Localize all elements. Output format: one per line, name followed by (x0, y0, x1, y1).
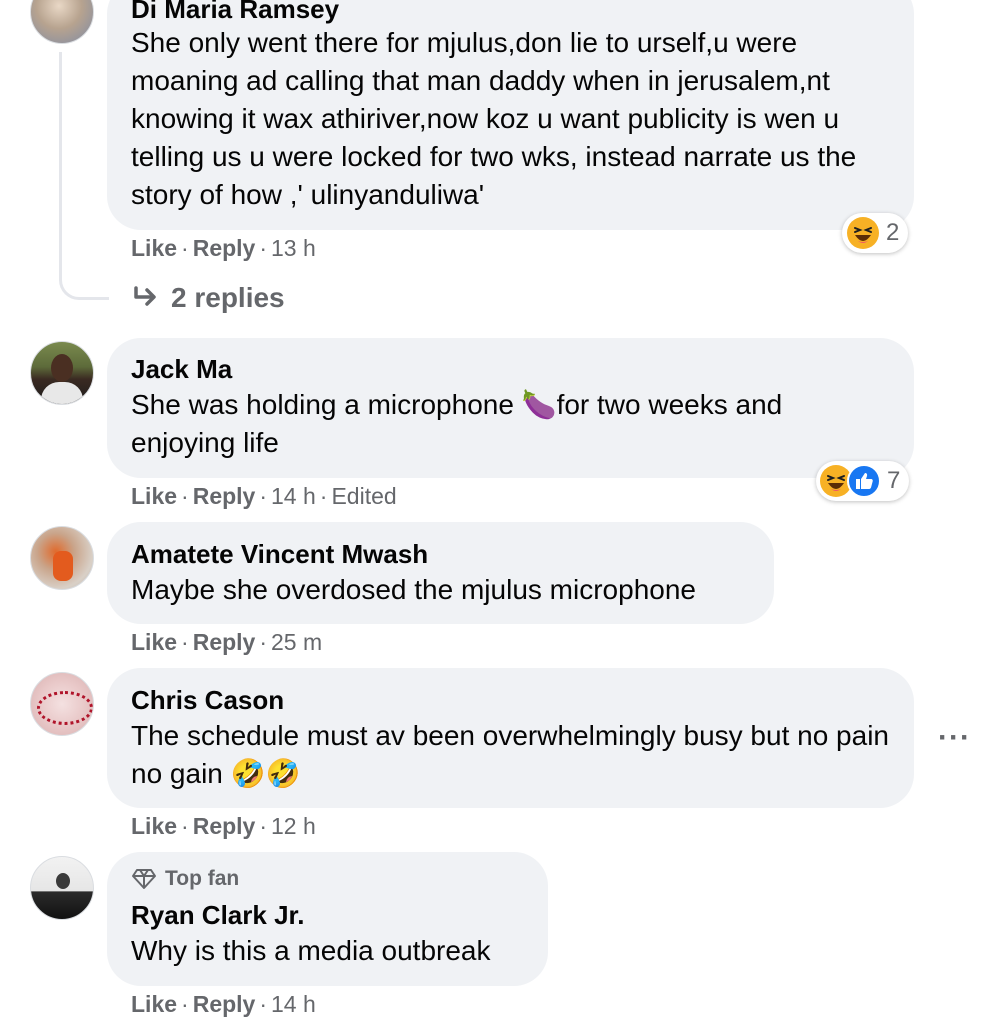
comment-author[interactable]: Ryan Clark Jr. (131, 900, 304, 930)
comment-timestamp[interactable]: 25 m (271, 629, 322, 655)
comment-bubble: Chris Cason The schedule must av been ov… (107, 668, 914, 808)
avatar[interactable] (30, 856, 94, 920)
comment-actions: Like · Reply · 13 h (131, 234, 316, 262)
comment-timestamp[interactable]: 14 h (271, 483, 316, 509)
avatar-shirt (41, 382, 83, 404)
reaction-count: 2 (886, 219, 900, 246)
comment-actions: Like · Reply · 14 h · Edited (131, 482, 397, 510)
reaction-summary[interactable]: 2 (842, 213, 909, 253)
comment-text: Why is this a media outbreak (131, 935, 491, 966)
separator-dot: · (259, 629, 268, 655)
comment-actions: Like · Reply · 14 h (131, 990, 316, 1018)
comment-text: The schedule must av been overwhelmingly… (131, 717, 892, 793)
reply-button[interactable]: Reply (193, 813, 256, 839)
separator-dot: · (259, 483, 268, 509)
like-button[interactable]: Like (131, 813, 177, 839)
separator-dot: · (181, 813, 189, 839)
comment-bubble: Di Maria Ramsey She only went there for … (107, 0, 914, 230)
comment-timestamp[interactable]: 13 h (271, 235, 316, 261)
reaction-count: 7 (887, 467, 901, 494)
comment-author[interactable]: Chris Cason (131, 685, 284, 715)
comment-author[interactable]: Amatete Vincent Mwash (131, 539, 428, 569)
comment-text: She only went there for mjulus,don lie t… (131, 27, 857, 210)
comment-actions: Like · Reply · 25 m (131, 628, 322, 656)
separator-dot: · (181, 629, 189, 655)
comment-text: She was holding a microphone 🍆for two we… (131, 386, 892, 462)
rolling-laughing-emoji: 🤣🤣 (230, 758, 301, 789)
view-replies-link[interactable]: 2 replies (131, 282, 285, 314)
reaction-summary[interactable]: 7 (816, 461, 910, 501)
comment-author[interactable]: Jack Ma (131, 354, 232, 384)
edited-label[interactable]: Edited (331, 483, 396, 509)
diamond-icon (132, 869, 156, 889)
reply-arrow-icon (134, 286, 156, 306)
thread-connector-line (59, 52, 109, 300)
separator-dot: · (259, 813, 268, 839)
avatar-figure (53, 551, 73, 581)
comment-author[interactable]: Di Maria Ramsey (131, 0, 339, 24)
haha-icon (847, 217, 879, 249)
replies-count-label: 2 replies (171, 282, 285, 313)
avatar-head (56, 873, 70, 889)
top-fan-badge[interactable]: Top fan (131, 866, 239, 892)
separator-dot: · (259, 235, 268, 261)
comment-text-part: She was holding a microphone (131, 389, 522, 420)
eggplant-emoji: 🍆 (521, 389, 557, 420)
reply-button[interactable]: Reply (193, 629, 256, 655)
comment-timestamp[interactable]: 12 h (271, 813, 316, 839)
comment-actions: Like · Reply · 12 h (131, 812, 316, 840)
separator-dot: · (181, 235, 189, 261)
separator-dot: · (181, 991, 189, 1017)
separator-dot: · (259, 991, 268, 1017)
reply-button[interactable]: Reply (193, 483, 256, 509)
avatar[interactable] (30, 526, 94, 590)
comment-bubble: Top fan Ryan Clark Jr. Why is this a med… (107, 852, 548, 986)
avatar[interactable] (30, 341, 94, 405)
reply-button[interactable]: Reply (193, 235, 256, 261)
avatar[interactable] (30, 0, 94, 44)
like-button[interactable]: Like (131, 235, 177, 261)
separator-dot: · (181, 483, 189, 509)
avatar[interactable] (30, 672, 94, 736)
like-button[interactable]: Like (131, 483, 177, 509)
like-icon (847, 464, 881, 498)
top-fan-label: Top fan (165, 867, 240, 890)
separator-dot: · (319, 483, 328, 509)
like-button[interactable]: Like (131, 991, 177, 1017)
more-options-icon[interactable]: ··· (938, 723, 971, 753)
avatar-face (51, 354, 73, 382)
like-button[interactable]: Like (131, 629, 177, 655)
reply-button[interactable]: Reply (193, 991, 256, 1017)
comment-text: Maybe she overdosed the mjulus microphon… (131, 574, 696, 605)
comment-timestamp[interactable]: 14 h (271, 991, 316, 1017)
comment-bubble: Amatete Vincent Mwash Maybe she overdose… (107, 522, 774, 624)
avatar-pattern (37, 691, 93, 725)
comment-bubble: Jack Ma She was holding a microphone 🍆fo… (107, 338, 914, 478)
